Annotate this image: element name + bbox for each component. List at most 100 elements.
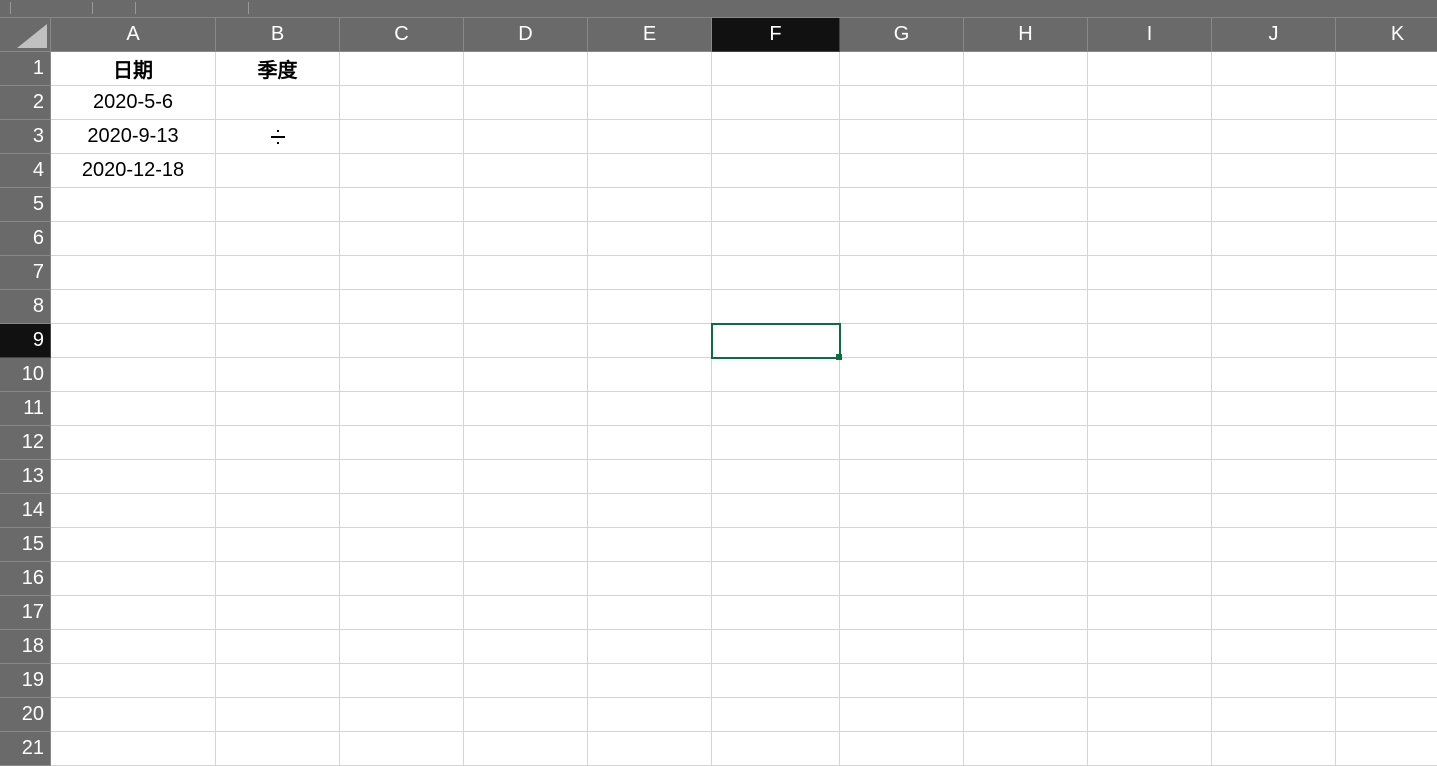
cell-H16[interactable] [964, 562, 1088, 596]
cell-A11[interactable] [51, 392, 216, 426]
cell-F6[interactable] [712, 222, 840, 256]
cell-F11[interactable] [712, 392, 840, 426]
cell-J21[interactable] [1212, 732, 1336, 766]
cell-D6[interactable] [464, 222, 588, 256]
cell-G16[interactable] [840, 562, 964, 596]
row-header-10[interactable]: 10 [0, 358, 51, 392]
row-header-18[interactable]: 18 [0, 630, 51, 664]
cell-F2[interactable] [712, 86, 840, 120]
cell-F14[interactable] [712, 494, 840, 528]
cell-E19[interactable] [588, 664, 712, 698]
cell-I14[interactable] [1088, 494, 1212, 528]
cell-E11[interactable] [588, 392, 712, 426]
cell-B1[interactable]: 季度 [216, 52, 340, 86]
cell-K6[interactable] [1336, 222, 1437, 256]
cell-K18[interactable] [1336, 630, 1437, 664]
cell-F10[interactable] [712, 358, 840, 392]
cell-K19[interactable] [1336, 664, 1437, 698]
cell-H17[interactable] [964, 596, 1088, 630]
cell-G15[interactable] [840, 528, 964, 562]
cell-B18[interactable] [216, 630, 340, 664]
cell-C1[interactable] [340, 52, 464, 86]
cell-D14[interactable] [464, 494, 588, 528]
cell-A4[interactable]: 2020-12-18 [51, 154, 216, 188]
cell-G14[interactable] [840, 494, 964, 528]
row-header-15[interactable]: 15 [0, 528, 51, 562]
cell-H20[interactable] [964, 698, 1088, 732]
cell-H1[interactable] [964, 52, 1088, 86]
cell-H21[interactable] [964, 732, 1088, 766]
cell-E13[interactable] [588, 460, 712, 494]
cell-I3[interactable] [1088, 120, 1212, 154]
cell-I15[interactable] [1088, 528, 1212, 562]
cell-B4[interactable] [216, 154, 340, 188]
cell-C4[interactable] [340, 154, 464, 188]
cell-K20[interactable] [1336, 698, 1437, 732]
cell-E7[interactable] [588, 256, 712, 290]
cell-E14[interactable] [588, 494, 712, 528]
cell-K12[interactable] [1336, 426, 1437, 460]
row-header-13[interactable]: 13 [0, 460, 51, 494]
cell-A14[interactable] [51, 494, 216, 528]
cell-J17[interactable] [1212, 596, 1336, 630]
col-header-F[interactable]: F [712, 18, 840, 52]
cell-J20[interactable] [1212, 698, 1336, 732]
cell-H8[interactable] [964, 290, 1088, 324]
row-header-9[interactable]: 9 [0, 324, 51, 358]
cell-J4[interactable] [1212, 154, 1336, 188]
cell-G18[interactable] [840, 630, 964, 664]
cell-I5[interactable] [1088, 188, 1212, 222]
cell-D17[interactable] [464, 596, 588, 630]
cell-A20[interactable] [51, 698, 216, 732]
cell-F13[interactable] [712, 460, 840, 494]
cell-G10[interactable] [840, 358, 964, 392]
cell-C8[interactable] [340, 290, 464, 324]
row-header-7[interactable]: 7 [0, 256, 51, 290]
cell-K17[interactable] [1336, 596, 1437, 630]
cell-I12[interactable] [1088, 426, 1212, 460]
cell-I4[interactable] [1088, 154, 1212, 188]
cell-I9[interactable] [1088, 324, 1212, 358]
cell-H13[interactable] [964, 460, 1088, 494]
cell-G19[interactable] [840, 664, 964, 698]
cell-C12[interactable] [340, 426, 464, 460]
cell-G12[interactable] [840, 426, 964, 460]
cell-D9[interactable] [464, 324, 588, 358]
cell-J1[interactable] [1212, 52, 1336, 86]
cell-B17[interactable] [216, 596, 340, 630]
cell-E10[interactable] [588, 358, 712, 392]
cell-A2[interactable]: 2020-5-6 [51, 86, 216, 120]
cell-B9[interactable] [216, 324, 340, 358]
cell-E18[interactable] [588, 630, 712, 664]
cell-C20[interactable] [340, 698, 464, 732]
cell-C18[interactable] [340, 630, 464, 664]
cell-B21[interactable] [216, 732, 340, 766]
cell-D20[interactable] [464, 698, 588, 732]
cell-C11[interactable] [340, 392, 464, 426]
row-header-21[interactable]: 21 [0, 732, 51, 766]
cell-K21[interactable] [1336, 732, 1437, 766]
cell-K9[interactable] [1336, 324, 1437, 358]
cell-H7[interactable] [964, 256, 1088, 290]
cell-I18[interactable] [1088, 630, 1212, 664]
cell-B20[interactable] [216, 698, 340, 732]
cell-G4[interactable] [840, 154, 964, 188]
cell-J3[interactable] [1212, 120, 1336, 154]
cell-H19[interactable] [964, 664, 1088, 698]
cell-E15[interactable] [588, 528, 712, 562]
cell-D3[interactable] [464, 120, 588, 154]
cell-H10[interactable] [964, 358, 1088, 392]
cell-G9[interactable] [840, 324, 964, 358]
cell-I6[interactable] [1088, 222, 1212, 256]
cell-H3[interactable] [964, 120, 1088, 154]
cell-D13[interactable] [464, 460, 588, 494]
row-header-19[interactable]: 19 [0, 664, 51, 698]
cell-F21[interactable] [712, 732, 840, 766]
cell-C6[interactable] [340, 222, 464, 256]
cell-I16[interactable] [1088, 562, 1212, 596]
cell-J2[interactable] [1212, 86, 1336, 120]
cell-I13[interactable] [1088, 460, 1212, 494]
cell-I8[interactable] [1088, 290, 1212, 324]
cell-E17[interactable] [588, 596, 712, 630]
col-header-D[interactable]: D [464, 18, 588, 52]
